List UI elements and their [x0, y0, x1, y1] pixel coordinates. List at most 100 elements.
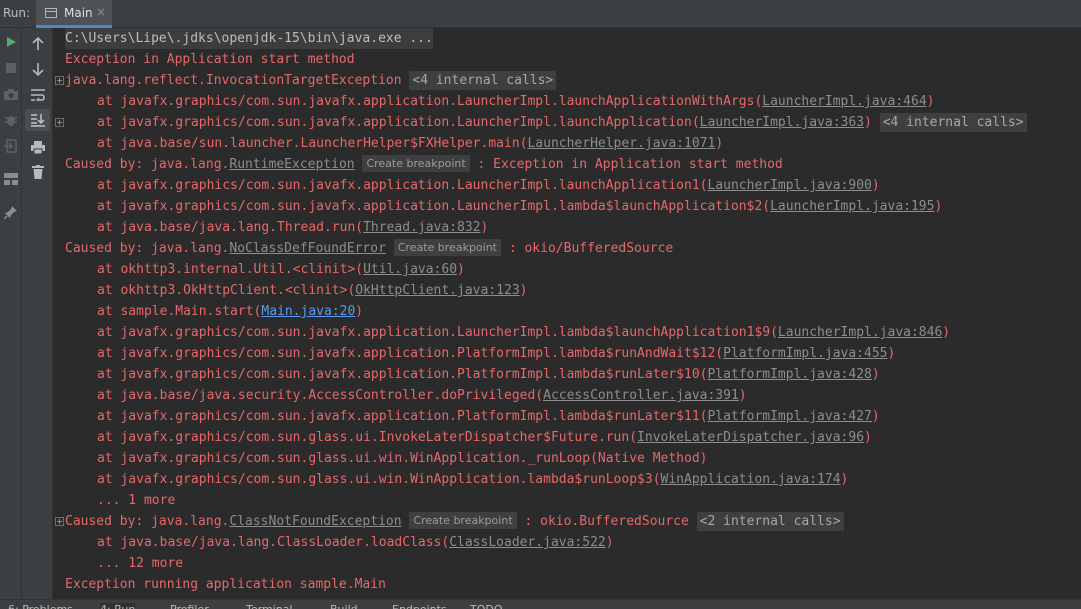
bottom-tab-build[interactable]: Build	[330, 603, 358, 609]
fold-expand-icon[interactable]	[55, 76, 64, 85]
debug-icon[interactable]	[2, 112, 19, 128]
source-link[interactable]: LauncherImpl.java:900	[707, 178, 871, 193]
console-text: : okio.BufferedSource	[516, 514, 697, 529]
console-line: at javafx.graphics/com.sun.javafx.applic…	[97, 112, 1027, 133]
console-text: at sample.Main.start(	[97, 304, 262, 319]
console-line: at java.base/java.lang.Thread.run(Thread…	[97, 217, 488, 238]
console-line: at javafx.graphics/com.sun.javafx.applic…	[97, 406, 880, 427]
console-line: at javafx.graphics/com.sun.glass.ui.win.…	[97, 448, 707, 469]
console-text: at okhttp3.OkHttpClient.<clinit>(	[97, 283, 356, 298]
fold-expand-icon[interactable]	[55, 118, 64, 127]
scroll-to-end-icon[interactable]	[25, 109, 50, 131]
bottom-tab-todo[interactable]: TODO	[470, 603, 503, 609]
run-toolbar-header: Run: Main ×	[0, 0, 1081, 28]
console-line: Caused by: java.lang.ClassNotFoundExcept…	[65, 511, 844, 532]
create-breakpoint-button[interactable]: Create breakpoint	[409, 512, 517, 529]
console-text: at javafx.graphics/com.sun.glass.ui.win.…	[97, 451, 708, 466]
internal-calls-badge[interactable]: <4 internal calls>	[409, 71, 557, 90]
bottom-tab-4-run[interactable]: 4: Run	[100, 603, 136, 609]
tab-main[interactable]: Main ×	[36, 0, 112, 28]
console-text: at java.base/java.security.AccessControl…	[97, 388, 544, 403]
tab-main-label: Main	[64, 6, 93, 20]
source-link[interactable]: PlatformImpl.java:428	[707, 367, 871, 382]
internal-calls-badge[interactable]: <4 internal calls>	[879, 113, 1027, 132]
source-link[interactable]: WinApplication.java:174	[661, 472, 841, 487]
camera-icon[interactable]	[2, 86, 19, 102]
source-link[interactable]: AccessController.java:391	[543, 388, 739, 403]
source-link[interactable]: PlatformImpl.java:427	[707, 409, 871, 424]
up-arrow-icon[interactable]	[29, 35, 46, 51]
source-link[interactable]: RuntimeException	[229, 157, 354, 172]
console-line: ... 1 more	[97, 490, 175, 511]
console-line: ... 12 more	[97, 553, 183, 574]
console-text: at okhttp3.internal.Util.<clinit>(	[97, 262, 364, 277]
create-breakpoint-button[interactable]: Create breakpoint	[362, 155, 470, 172]
console-text: : Exception in Application start method	[469, 157, 783, 172]
console-text: )	[887, 346, 896, 361]
source-link[interactable]: NoClassDefFoundError	[229, 241, 386, 256]
console-text: at javafx.graphics/com.sun.javafx.applic…	[97, 367, 708, 382]
bottom-tab-terminal[interactable]: Terminal	[246, 603, 293, 609]
source-link[interactable]: LauncherImpl.java:846	[778, 325, 942, 340]
source-link[interactable]: Main.java:20	[261, 304, 355, 319]
console-text: : okio/BufferedSource	[501, 241, 674, 256]
console-text: at java.base/java.lang.Thread.run(	[97, 220, 364, 235]
bottom-tab-profiler[interactable]: Profiler	[170, 603, 209, 609]
source-link[interactable]: LauncherImpl.java:195	[770, 199, 934, 214]
console-text: Exception running application sample.Mai…	[65, 577, 386, 592]
source-link[interactable]: LauncherImpl.java:464	[762, 94, 926, 109]
source-link[interactable]: InvokeLaterDispatcher.java:96	[637, 430, 864, 445]
console-line: at javafx.graphics/com.sun.javafx.applic…	[97, 175, 880, 196]
bottom-tool-window-bar: 6: Problems 4: Run Profiler Terminal Build En…	[0, 599, 1081, 609]
create-breakpoint-button[interactable]: Create breakpoint	[393, 239, 501, 256]
console-text: )	[715, 136, 724, 151]
source-link[interactable]: LauncherHelper.java:1071	[527, 136, 715, 151]
down-arrow-icon[interactable]	[29, 61, 46, 77]
console-text: Caused by: java.lang.	[65, 241, 230, 256]
console-line: at okhttp3.OkHttpClient.<clinit>(OkHttpC…	[97, 280, 527, 301]
source-link[interactable]: LauncherImpl.java:363	[700, 115, 864, 130]
console-output[interactable]: C:\Users\Lipe\.jdks\openjdk-15\bin\java.…	[53, 28, 1081, 599]
source-link[interactable]: Util.java:60	[363, 262, 457, 277]
bottom-tab-endpoints[interactable]: Endpoints	[392, 603, 447, 609]
console-text: at javafx.graphics/com.sun.glass.ui.Invo…	[97, 430, 638, 445]
pin-icon[interactable]	[2, 204, 19, 220]
source-link[interactable]: Thread.java:832	[363, 220, 480, 235]
console-line: at javafx.graphics/com.sun.glass.ui.Invo…	[97, 427, 872, 448]
console-line: at javafx.graphics/com.sun.glass.ui.win.…	[97, 469, 848, 490]
console-text: at javafx.graphics/com.sun.javafx.applic…	[97, 115, 700, 130]
run-label: Run:	[3, 6, 31, 20]
console-text: )	[871, 409, 880, 424]
close-icon[interactable]: ×	[96, 5, 106, 19]
console-text: Caused by: java.lang.	[65, 157, 230, 172]
source-link[interactable]: ClassNotFoundException	[229, 514, 401, 529]
internal-calls-badge[interactable]: <2 internal calls>	[696, 512, 844, 531]
console-text: )	[934, 199, 943, 214]
trash-icon[interactable]	[29, 164, 46, 180]
console-text: at javafx.graphics/com.sun.javafx.applic…	[97, 346, 724, 361]
exit-icon[interactable]	[2, 138, 19, 154]
console-line: Exception in Application start method	[65, 49, 355, 70]
print-icon[interactable]	[29, 139, 46, 155]
console-line: at okhttp3.internal.Util.<clinit>(Util.j…	[97, 259, 465, 280]
console-line: Caused by: java.lang.RuntimeException Cr…	[65, 154, 783, 175]
console-actions-toolbar	[22, 28, 53, 599]
fold-expand-icon[interactable]	[55, 517, 64, 526]
console-text: )	[942, 325, 951, 340]
stop-icon[interactable]	[3, 60, 19, 76]
console-text: at java.base/sun.launcher.LauncherHelper…	[97, 136, 528, 151]
soft-wrap-icon[interactable]	[29, 87, 46, 103]
console-text: C:\Users\Lipe\.jdks\openjdk-15\bin\java.…	[65, 31, 433, 46]
source-link[interactable]: ClassLoader.java:522	[449, 535, 606, 550]
console-text: ... 1 more	[97, 493, 176, 508]
run-icon[interactable]	[3, 34, 19, 50]
source-link[interactable]: PlatformImpl.java:455	[723, 346, 887, 361]
console-text: at javafx.graphics/com.sun.javafx.applic…	[97, 178, 708, 193]
console-text: at java.base/java.lang.ClassLoader.loadC…	[97, 535, 450, 550]
console-text: at javafx.graphics/com.sun.javafx.applic…	[97, 199, 771, 214]
source-link[interactable]: OkHttpClient.java:123	[355, 283, 519, 298]
console-text: at javafx.graphics/com.sun.javafx.applic…	[97, 409, 708, 424]
bottom-tab-6-problems[interactable]: 6: Problems	[8, 603, 73, 609]
layout-icon[interactable]	[2, 171, 19, 187]
